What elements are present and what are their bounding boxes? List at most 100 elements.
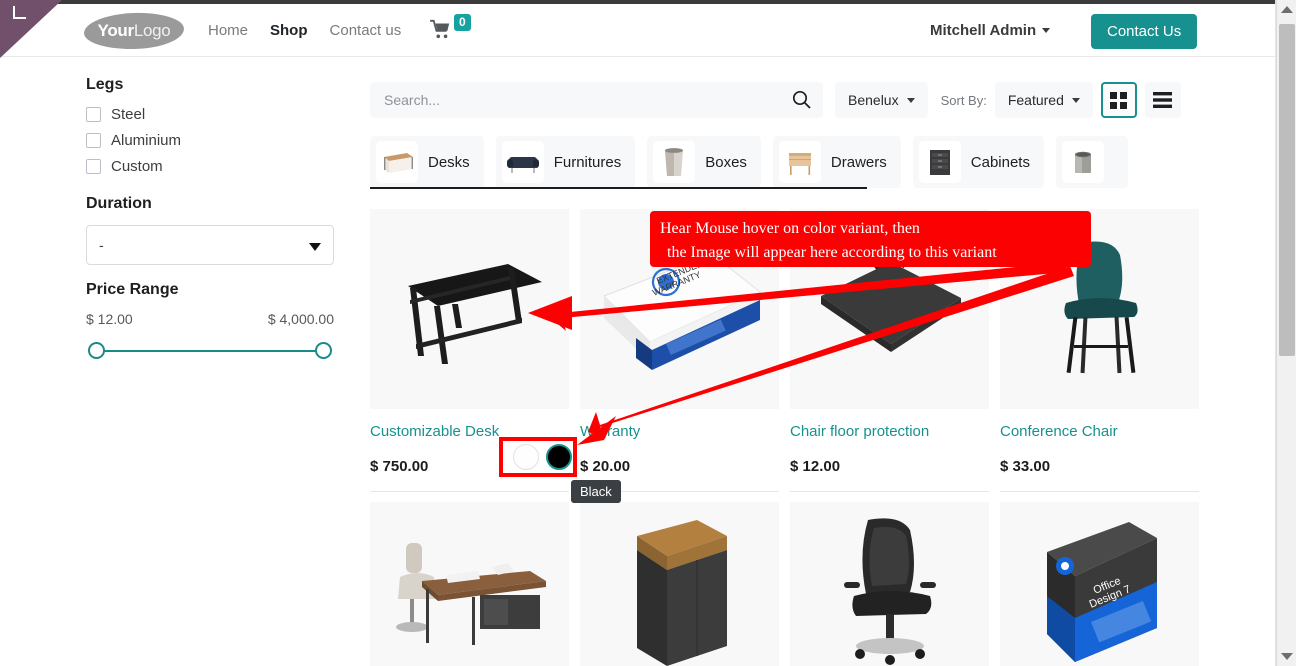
price-range-values: $ 12.00 $ 4,000.00 xyxy=(86,311,334,327)
cabinet-thumb-icon xyxy=(918,141,961,183)
page-root: Your Logo Home Shop Contact us 0 Mitchell… xyxy=(0,0,1296,666)
product-title[interactable]: Chair floor protection xyxy=(790,423,989,441)
corner-badge xyxy=(0,0,62,58)
annotation-callout: Hear Mouse hover on color variant, then … xyxy=(650,211,1091,267)
search-input[interactable] xyxy=(384,92,784,108)
nav-item-shop[interactable]: Shop xyxy=(270,22,308,39)
duration-filter-title: Duration xyxy=(86,195,152,212)
scrollbar-thumb[interactable] xyxy=(1279,24,1295,356)
filter-option-aluminium[interactable]: Aluminium xyxy=(86,132,334,149)
nav-item-home[interactable]: Home xyxy=(208,22,248,39)
product-card-cabinet-wood-top[interactable] xyxy=(580,502,779,666)
site-logo[interactable]: Your Logo xyxy=(83,11,185,51)
product-price: $ 12.00 xyxy=(790,458,989,492)
corner-triangle xyxy=(0,0,62,58)
grid-view-icon xyxy=(1110,91,1128,109)
tab-furnitures[interactable]: Furnitures xyxy=(495,136,636,188)
product-card-office-design-software[interactable]: Office Design 7 xyxy=(1000,502,1199,666)
grid-view-button[interactable] xyxy=(1100,82,1137,118)
filter-option-steel[interactable]: Steel xyxy=(86,106,334,123)
checkbox-aluminium[interactable] xyxy=(86,133,101,148)
tab-drawers[interactable]: Drawers xyxy=(772,136,901,188)
slider-handle-max[interactable] xyxy=(315,342,332,359)
variant-tooltip: Black xyxy=(571,480,621,503)
sort-value: Featured xyxy=(1007,92,1064,108)
shop-toolbar: Benelux Sort By: Featured xyxy=(370,82,1181,118)
tab-label-cabinets: Cabinets xyxy=(970,153,1030,171)
duration-selected-value: - xyxy=(99,237,104,253)
tab-label-boxes: Boxes xyxy=(705,153,747,171)
slider-handle-min[interactable] xyxy=(88,342,105,359)
filters-sidebar: Legs Steel Aluminium Custom Duration - P… xyxy=(86,76,334,361)
search-box[interactable] xyxy=(370,82,823,118)
annotation-line-1: Hear Mouse hover on color variant, then xyxy=(660,220,920,237)
sort-by-label: Sort By: xyxy=(940,92,987,108)
duration-select[interactable]: - xyxy=(86,225,334,265)
price-range-title: Price Range xyxy=(86,281,179,298)
slider-track xyxy=(94,350,326,352)
chevron-down-icon xyxy=(906,97,915,103)
price-min-label: $ 12.00 xyxy=(86,311,133,327)
contact-us-button[interactable]: Contact Us xyxy=(1091,14,1198,49)
list-view-icon xyxy=(1153,92,1173,108)
tab-boxes[interactable]: Boxes xyxy=(647,136,761,188)
tab-desks[interactable]: Desks xyxy=(370,136,484,188)
tab-label-desks: Desks xyxy=(428,153,470,171)
cart-count-badge: 0 xyxy=(454,14,471,31)
filter-option-custom[interactable]: Custom xyxy=(86,158,334,175)
region-dropdown[interactable]: Benelux xyxy=(835,82,928,118)
swatch-white[interactable] xyxy=(513,444,539,470)
drawer-thumb-icon xyxy=(778,141,821,183)
product-card-mesh-office-chair[interactable] xyxy=(790,502,989,666)
sort-dropdown[interactable]: Featured xyxy=(994,82,1093,118)
product-grid: Customizable Desk $ 750.00 EXTENDED WARR… xyxy=(370,209,1200,666)
checkbox-label-steel: Steel xyxy=(111,106,146,123)
tab-cabinets[interactable]: Cabinets xyxy=(912,136,1044,188)
dropdown-caret-icon xyxy=(309,243,321,251)
black-desk-image[interactable] xyxy=(370,209,569,409)
user-menu[interactable]: Mitchell Admin xyxy=(930,4,1051,57)
office-desk-setup-image[interactable] xyxy=(370,502,569,666)
checkbox-label-custom: Custom xyxy=(111,158,163,175)
active-tab-underline xyxy=(370,187,867,189)
region-label: Benelux xyxy=(848,92,899,108)
product-price: $ 33.00 xyxy=(1000,458,1199,492)
price-range-slider[interactable] xyxy=(86,341,334,361)
price-max-label: $ 4,000.00 xyxy=(267,311,334,327)
logo-text-bold: Your xyxy=(97,21,135,40)
checkbox-label-aluminium: Aluminium xyxy=(111,132,182,149)
box-thumb-icon xyxy=(653,141,696,183)
bin-thumb-icon xyxy=(1061,141,1104,183)
legs-filter-title: Legs xyxy=(86,76,124,93)
tab-label-drawers: Drawers xyxy=(830,153,887,171)
shopping-cart-icon xyxy=(430,19,450,39)
checkbox-steel[interactable] xyxy=(86,107,101,122)
list-view-button[interactable] xyxy=(1144,82,1181,118)
main-nav: Home Shop Contact us xyxy=(208,4,401,57)
desk-thumb-icon xyxy=(376,141,418,183)
product-title[interactable]: Conference Chair xyxy=(1000,423,1199,441)
site-header: Your Logo Home Shop Contact us 0 Mitchell… xyxy=(0,4,1276,57)
mesh-office-chair-image[interactable] xyxy=(790,502,989,666)
vertical-scrollbar[interactable] xyxy=(1276,0,1296,666)
cabinet-with-wood-top-image[interactable] xyxy=(580,502,779,666)
nav-item-contact-us[interactable]: Contact us xyxy=(330,22,402,39)
tab-label-furnitures: Furnitures xyxy=(553,153,622,171)
bracket-corner-icon xyxy=(13,6,26,19)
product-card-office-desk-setup[interactable] xyxy=(370,502,569,666)
cart-button[interactable]: 0 xyxy=(430,14,471,39)
scroll-down-arrow-icon[interactable] xyxy=(1281,653,1293,660)
swatch-black[interactable] xyxy=(546,444,572,470)
category-tabs: Desks Furnitures Boxes Drawers Cabinets xyxy=(370,136,1200,188)
tab-bins[interactable] xyxy=(1055,136,1128,188)
logo-text: Your Logo xyxy=(84,11,184,51)
sofa-thumb-icon xyxy=(501,141,544,183)
chevron-down-icon xyxy=(1042,28,1051,33)
annotation-line-2: the Image will appear here according to … xyxy=(667,244,997,261)
checkbox-custom[interactable] xyxy=(86,159,101,174)
office-design-software-box-image[interactable]: Office Design 7 xyxy=(1000,502,1199,666)
product-title[interactable]: Warranty xyxy=(580,423,779,441)
search-icon[interactable] xyxy=(792,90,811,109)
scroll-up-arrow-icon[interactable] xyxy=(1281,6,1293,13)
window-top-strip xyxy=(0,0,1296,4)
